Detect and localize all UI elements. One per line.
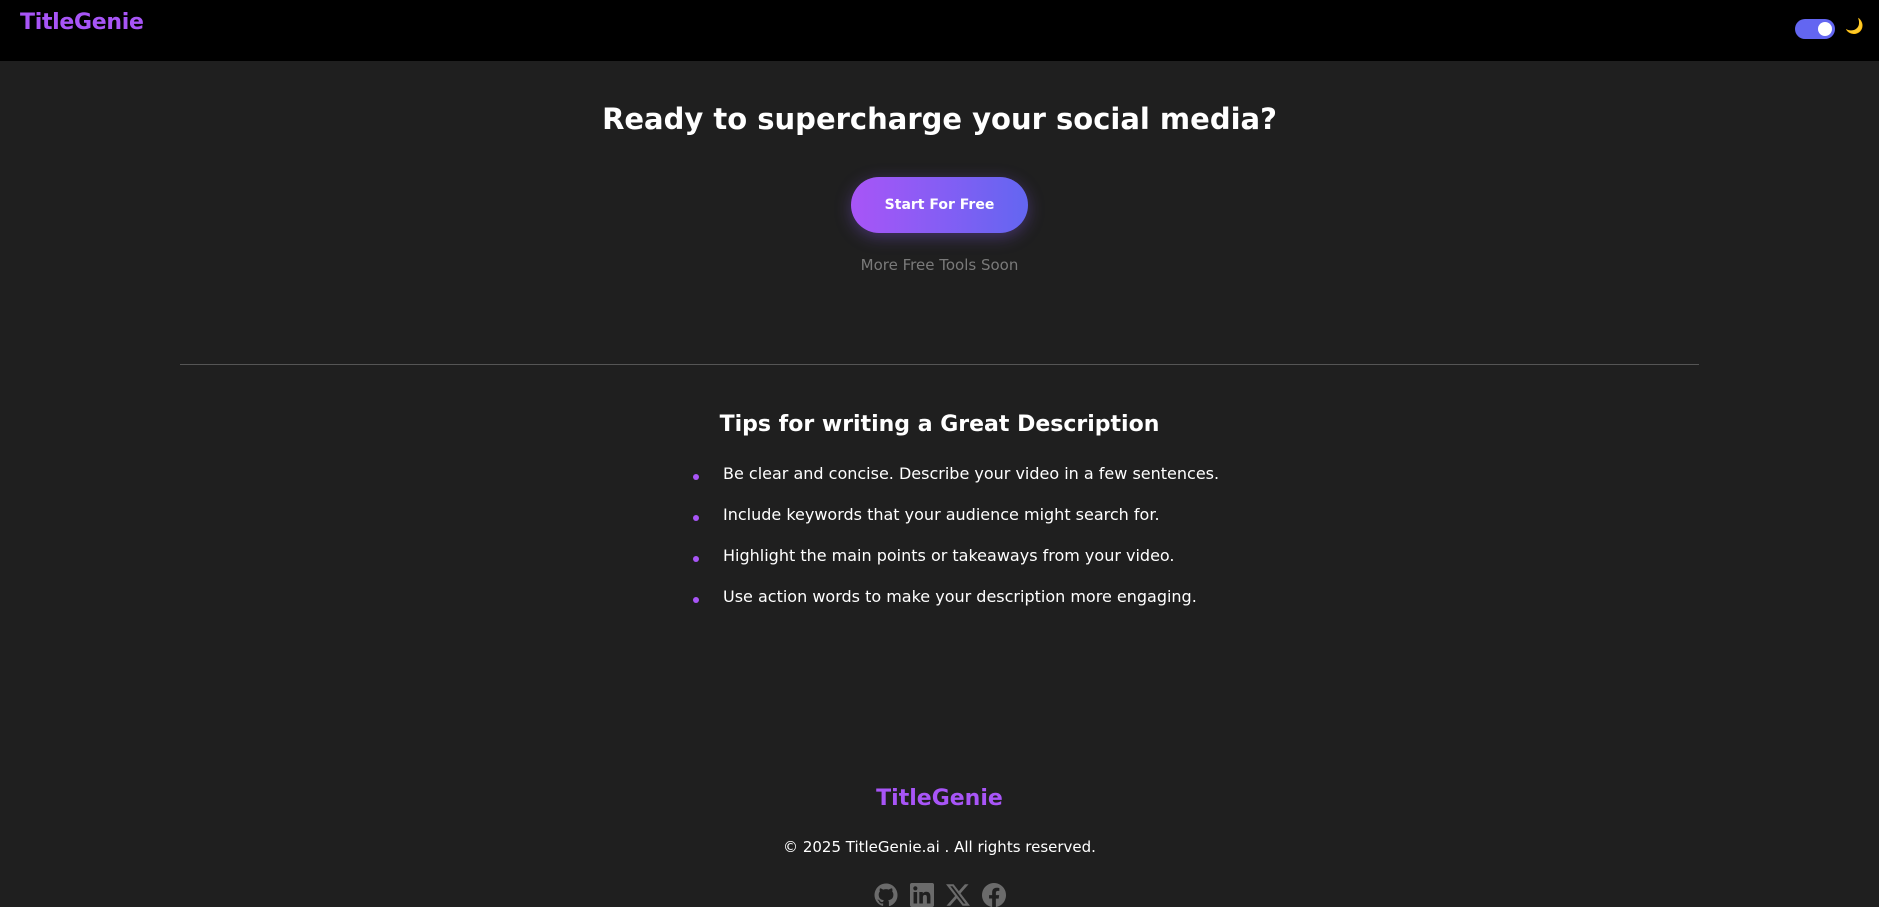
tips-heading: Tips for writing a Great Description (719, 412, 1160, 437)
tip-item: Be clear and concise. Describe your vide… (690, 464, 1219, 505)
bullet-dot (693, 515, 699, 521)
x-icon[interactable] (945, 883, 970, 907)
tip-item: Include keywords that your audience migh… (690, 505, 1219, 546)
tips-list: Be clear and concise. Describe your vide… (690, 464, 1219, 628)
cta-heading: Ready to supercharge your social media? (602, 102, 1277, 136)
tip-text: Be clear and concise. Describe your vide… (723, 464, 1220, 483)
tip-text: Highlight the main points or takeaways f… (723, 546, 1175, 565)
facebook-icon[interactable] (981, 883, 1006, 907)
brand-logo-link[interactable]: TitleGenie (20, 10, 144, 35)
bullet-dot (693, 597, 699, 603)
moon-icon: 🌙 (1845, 17, 1864, 35)
tip-text: Include keywords that your audience migh… (723, 505, 1160, 524)
section-divider (180, 364, 1699, 365)
theme-toggle[interactable] (1795, 19, 1835, 39)
linkedin-icon[interactable] (909, 883, 934, 907)
tip-item: Highlight the main points or takeaways f… (690, 546, 1219, 587)
footer-brand: TitleGenie (876, 786, 1003, 811)
tip-text: Use action words to make your descriptio… (723, 587, 1197, 606)
start-for-free-button[interactable]: Start For Free (851, 177, 1028, 233)
top-navbar: TitleGenie 🌙 (0, 0, 1879, 61)
github-icon[interactable] (874, 883, 898, 907)
bullet-dot (693, 474, 699, 480)
more-tools-soon-text: More Free Tools Soon (860, 256, 1019, 274)
tip-item: Use action words to make your descriptio… (690, 587, 1219, 628)
bullet-dot (693, 556, 699, 562)
copyright-text: © 2025 TitleGenie.ai . All rights reserv… (783, 838, 1096, 856)
toggle-knob (1818, 22, 1832, 36)
social-links (0, 883, 1879, 907)
